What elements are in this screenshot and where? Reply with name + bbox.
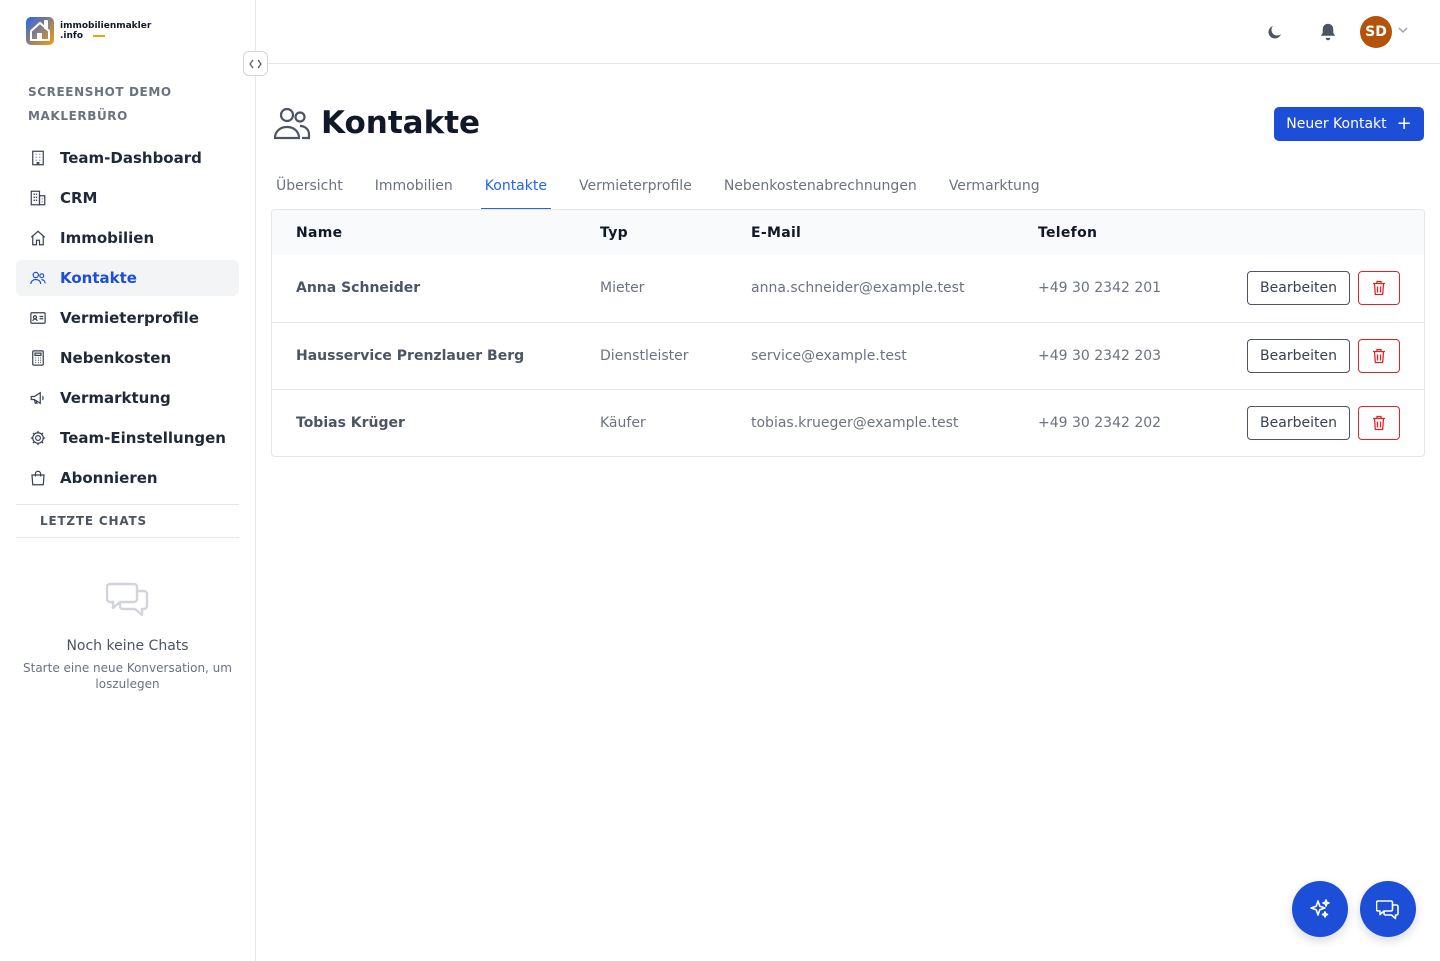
- users-icon: [273, 107, 311, 140]
- plus-icon: +: [1396, 113, 1412, 134]
- org-name: SCREENSHOT DEMO MAKLERBÜRO: [28, 85, 172, 123]
- contact-phone: +49 30 2342 201: [1038, 280, 1162, 296]
- contact-email: anna.schneider@example.test: [751, 280, 965, 296]
- contact-phone: +49 30 2342 202: [1038, 415, 1162, 431]
- contact-type: Dienstleister: [600, 348, 689, 364]
- tab-nebenkostenabrechnungen[interactable]: Nebenkostenabrechnungen: [720, 164, 921, 210]
- sidebar-item-nebenkosten[interactable]: Nebenkosten: [16, 340, 239, 376]
- tab-uebersicht[interactable]: Übersicht: [272, 164, 347, 210]
- sidebar-item-label: Kontakte: [60, 269, 137, 287]
- building-icon: [28, 148, 48, 168]
- chat-bubbles-icon: [105, 582, 148, 617]
- sidebar-item-vermarktung[interactable]: Vermarktung: [16, 380, 239, 416]
- empty-chats-subtitle: Starte eine neue Konversation, um loszul…: [23, 661, 232, 691]
- tab-vermarktung[interactable]: Vermarktung: [945, 164, 1044, 210]
- trash-icon: [1373, 415, 1385, 431]
- brand-line-2: .info: [60, 31, 84, 41]
- sidebar-item-label: Team-Einstellungen: [60, 429, 226, 447]
- column-header-name: Name: [296, 224, 343, 241]
- sidebar-item-kontakte[interactable]: Kontakte: [16, 260, 239, 296]
- tab-immobilien[interactable]: Immobilien: [371, 164, 457, 210]
- home-icon: [28, 228, 48, 248]
- recent-chats-heading: LETZTE CHATS: [16, 504, 239, 538]
- sidebar-item-label: Vermarktung: [60, 389, 171, 407]
- contact-email: tobias.krueger@example.test: [751, 415, 959, 431]
- brand-dash: [93, 34, 106, 37]
- moon-icon[interactable]: [1265, 22, 1285, 42]
- chat-button[interactable]: [1360, 881, 1416, 937]
- contact-type: Käufer: [600, 415, 646, 431]
- calculator-icon: [28, 348, 48, 368]
- delete-button[interactable]: [1358, 339, 1400, 373]
- edit-button[interactable]: Bearbeiten: [1247, 271, 1350, 305]
- trash-icon: [1373, 348, 1385, 364]
- contact-name: Hausservice Prenzlauer Berg: [296, 348, 525, 364]
- column-header-type: Typ: [600, 224, 628, 241]
- table-row: Tobias Krüger Käufer tobias.krueger@exam…: [272, 389, 1424, 456]
- sidebar-item-vermieterprofile[interactable]: Vermieterprofile: [16, 300, 239, 336]
- sidebar-item-label: Abonnieren: [60, 469, 158, 487]
- sidebar-collapse-button[interactable]: [243, 51, 268, 76]
- cog-icon: [28, 428, 48, 448]
- contact-type: Mieter: [600, 280, 645, 296]
- sidebar-item-abonnieren[interactable]: Abonnieren: [16, 460, 239, 496]
- contact-phone: +49 30 2342 203: [1038, 348, 1162, 364]
- contact-email: service@example.test: [751, 348, 907, 364]
- users-icon: [28, 268, 48, 288]
- sidebar-item-crm[interactable]: CRM: [16, 180, 239, 216]
- sidebar-item-label: CRM: [60, 189, 98, 207]
- tab-vermieterprofile[interactable]: Vermieterprofile: [575, 164, 696, 210]
- contacts-table: Name Typ E-Mail Telefon Anna Schneider M…: [271, 209, 1425, 457]
- delete-button[interactable]: [1358, 271, 1400, 305]
- sidebar-item-label: Immobilien: [60, 229, 155, 247]
- top-bar: SD: [256, 0, 1440, 64]
- contact-name: Tobias Krüger: [296, 415, 405, 431]
- page-title: Kontakte: [321, 105, 481, 141]
- page-header: Kontakte: [273, 105, 480, 141]
- sparkles-icon: [1310, 899, 1330, 918]
- tab-bar: Übersicht Immobilien Kontakte Vermieterp…: [272, 164, 1068, 210]
- sidebar-item-team-einstellungen[interactable]: Team-Einstellungen: [16, 420, 239, 456]
- chevron-down-icon[interactable]: [1398, 26, 1408, 34]
- empty-chats-state: Noch keine Chats Starte eine neue Konver…: [16, 578, 239, 692]
- sidebar-item-label: Team-Dashboard: [60, 149, 202, 167]
- contact-name: Anna Schneider: [296, 280, 421, 296]
- bell-icon[interactable]: [1318, 22, 1338, 42]
- new-contact-button[interactable]: Neuer Kontakt +: [1274, 107, 1424, 141]
- brand-logo[interactable]: immobilienmakler .info: [26, 17, 151, 45]
- sidebar-item-immobilien[interactable]: Immobilien: [16, 220, 239, 256]
- trash-icon: [1373, 280, 1385, 296]
- sidebar-item-label: Nebenkosten: [60, 349, 172, 367]
- delete-button[interactable]: [1358, 406, 1400, 440]
- id-card-icon: [28, 308, 48, 328]
- logo-house-icon: [26, 17, 54, 45]
- table-row: Hausservice Prenzlauer Berg Dienstleiste…: [272, 322, 1424, 389]
- sidebar-item-label: Vermieterprofile: [60, 309, 199, 327]
- code-chevrons-icon: [249, 59, 262, 68]
- shopping-bag-icon: [28, 468, 48, 488]
- column-header-email: E-Mail: [751, 224, 802, 241]
- brand-line-1: immobilienmakler: [60, 21, 152, 31]
- user-avatar[interactable]: SD: [1360, 16, 1392, 48]
- edit-button[interactable]: Bearbeiten: [1247, 339, 1350, 373]
- column-header-phone: Telefon: [1038, 224, 1098, 241]
- office-building-icon: [28, 188, 48, 208]
- ai-assistant-button[interactable]: [1292, 881, 1348, 937]
- chat-bubbles-icon: [1376, 900, 1399, 920]
- tab-kontakte[interactable]: Kontakte: [480, 164, 551, 210]
- sidebar-nav: Team-Dashboard CRM Immobilien Kontakte V…: [16, 140, 239, 500]
- sidebar-item-team-dashboard[interactable]: Team-Dashboard: [16, 140, 239, 176]
- table-row: Anna Schneider Mieter anna.schneider@exa…: [272, 255, 1424, 322]
- table-header: Name Typ E-Mail Telefon: [272, 210, 1424, 255]
- megaphone-icon: [28, 388, 48, 408]
- edit-button[interactable]: Bearbeiten: [1247, 406, 1350, 440]
- empty-chats-title: Noch keine Chats: [66, 638, 189, 654]
- new-contact-label: Neuer Kontakt: [1286, 116, 1387, 132]
- sidebar: immobilienmakler .info SCREENSHOT DEMO M…: [0, 0, 256, 961]
